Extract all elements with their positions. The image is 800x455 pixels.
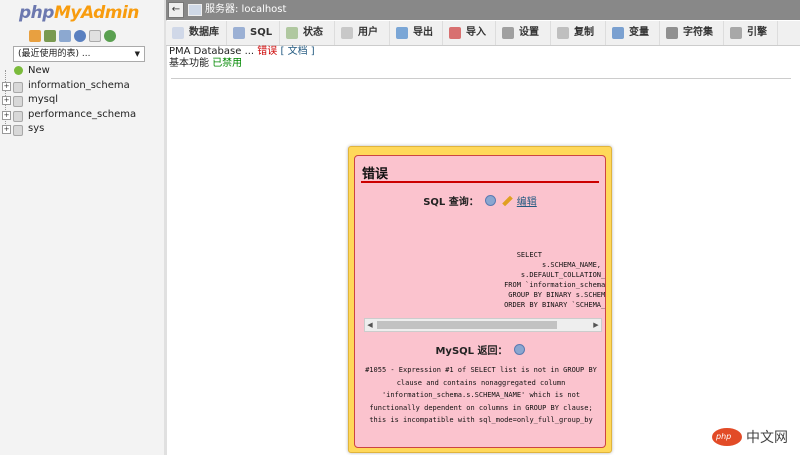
tab-variables[interactable]: 变量 xyxy=(606,21,660,45)
expand-icon[interactable]: + xyxy=(2,96,11,105)
basic-features-status: 基本功能 已禁用 xyxy=(169,58,243,69)
title-underline xyxy=(361,181,599,183)
recent-tables-select[interactable]: (最近使用的表) ... ▼ xyxy=(13,46,145,62)
refresh-icon[interactable] xyxy=(104,30,116,42)
scroll-thumb[interactable] xyxy=(377,321,557,329)
main-tabs: 数据库 SQL 状态 用户 导出 导入 设置 复制 变量 字符集 引擎 xyxy=(166,21,800,46)
tab-charsets[interactable]: 字符集 xyxy=(660,21,724,45)
help-icon[interactable] xyxy=(74,30,86,42)
server-bar: ← 服务器: localhost xyxy=(166,0,800,20)
error-dialog: 错误 SQL 查询： 编辑 SELECT s.SCHEMA_NAME, s.DEF… xyxy=(348,146,612,453)
variables-icon xyxy=(612,27,624,39)
settings-icon xyxy=(502,27,514,39)
back-button[interactable]: ← xyxy=(168,2,184,18)
tab-databases[interactable]: 数据库 xyxy=(166,21,227,45)
tab-export[interactable]: 导出 xyxy=(390,21,443,45)
tab-import[interactable]: 导入 xyxy=(443,21,496,45)
new-database-icon xyxy=(14,66,23,75)
horizontal-scrollbar[interactable]: ◀ ▶ xyxy=(364,318,602,332)
pma-database-status: PMA Database ... 错误 [ 文档 ] xyxy=(169,46,315,57)
tab-users[interactable]: 用户 xyxy=(335,21,390,45)
replication-icon xyxy=(557,27,569,39)
divider xyxy=(171,78,791,79)
tree-item-sys[interactable]: + sys xyxy=(0,122,164,137)
scroll-left-icon[interactable]: ◀ xyxy=(365,319,375,331)
help-icon[interactable] xyxy=(513,344,525,355)
edit-link[interactable]: 编辑 xyxy=(517,197,537,208)
charset-icon xyxy=(666,27,678,39)
database-tree: New + information_schema + mysql + perfo… xyxy=(0,64,164,137)
phpmyadmin-logo[interactable]: phpMyAdmin xyxy=(19,3,139,23)
docs-icon[interactable] xyxy=(89,30,101,42)
quick-icons xyxy=(29,30,116,44)
chevron-down-icon: ▼ xyxy=(134,50,140,58)
sql-icon xyxy=(233,27,245,39)
tab-status[interactable]: 状态 xyxy=(280,21,335,45)
scroll-right-icon[interactable]: ▶ xyxy=(591,319,601,331)
database-icon xyxy=(13,96,23,107)
help-icon[interactable] xyxy=(484,195,496,206)
expand-icon[interactable]: + xyxy=(2,81,11,91)
sql-code: SELECT s.SCHEMA_NAME, s.DEFAULT_COLLATIO… xyxy=(504,251,605,309)
docs-link[interactable]: [ 文档 ] xyxy=(280,46,314,57)
tree-item-new[interactable]: New xyxy=(0,64,164,79)
export-icon xyxy=(396,27,408,39)
tree-item-information-schema[interactable]: + information_schema xyxy=(0,79,164,94)
tree-item-performance-schema[interactable]: + performance_schema xyxy=(0,108,164,123)
error-box: 错误 SQL 查询： 编辑 SELECT s.SCHEMA_NAME, s.DEF… xyxy=(354,155,606,448)
database-icon xyxy=(172,27,184,39)
php-logo: php xyxy=(712,428,742,446)
sidebar-resizer[interactable] xyxy=(164,0,167,455)
database-icon[interactable] xyxy=(44,30,56,42)
sql-icon[interactable] xyxy=(59,30,71,42)
error-title: 错误 xyxy=(362,167,389,182)
status-icon xyxy=(286,27,298,39)
tab-sql[interactable]: SQL xyxy=(227,21,280,45)
error-message: #1055 - Expression #1 of SELECT list is … xyxy=(365,366,597,424)
tab-settings[interactable]: 设置 xyxy=(496,21,551,45)
tab-engines[interactable]: 引擎 xyxy=(724,21,778,45)
tab-replication[interactable]: 复制 xyxy=(551,21,606,45)
database-icon xyxy=(13,125,23,136)
expand-icon[interactable]: + xyxy=(2,110,11,120)
php-cn-watermark: php 中文网 xyxy=(712,427,796,447)
database-icon xyxy=(13,81,23,93)
server-breadcrumb[interactable]: 服务器: localhost xyxy=(188,3,286,17)
engine-icon xyxy=(730,27,742,39)
users-icon xyxy=(341,27,353,39)
expand-icon[interactable]: + xyxy=(2,125,11,134)
navigation-panel: phpMyAdmin (最近使用的表) ... ▼ New + informat… xyxy=(0,0,167,455)
home-icon[interactable] xyxy=(29,30,41,42)
mysql-return-heading: MySQL 返回： xyxy=(355,342,605,357)
database-icon xyxy=(13,110,23,122)
sql-query-heading: SQL 查询： 编辑 xyxy=(423,195,537,208)
server-icon xyxy=(188,4,202,16)
import-icon xyxy=(449,27,461,39)
edit-icon[interactable] xyxy=(501,195,513,207)
tree-item-mysql[interactable]: + mysql xyxy=(0,93,164,108)
